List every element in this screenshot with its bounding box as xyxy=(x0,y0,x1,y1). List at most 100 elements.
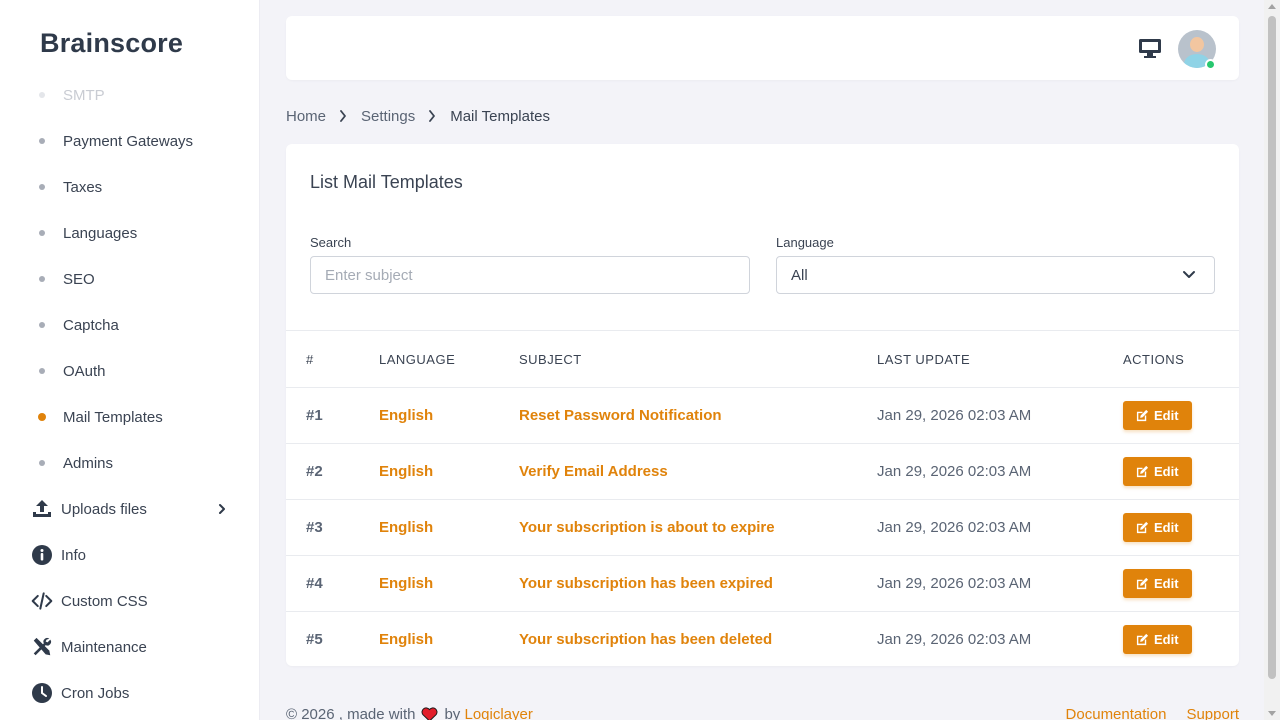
avatar-head xyxy=(1190,37,1204,52)
scrollbar-thumb[interactable] xyxy=(1268,16,1276,679)
code-icon xyxy=(31,590,53,612)
footer-support-link[interactable]: Support xyxy=(1186,706,1239,720)
sidebar-item-label: Admins xyxy=(63,454,114,472)
sidebar-item-label: Cron Jobs xyxy=(61,684,130,702)
info-icon xyxy=(31,544,53,566)
row-last-update: Jan 29, 2026 02:03 AM xyxy=(877,555,1123,612)
sidebar-item-oauth[interactable]: OAuth xyxy=(0,353,259,389)
scroll-down-arrow-icon[interactable] xyxy=(1268,711,1276,716)
chevron-right-icon xyxy=(219,504,225,514)
sidebar-item-label: SEO xyxy=(63,270,95,288)
row-subject-link[interactable]: Your subscription has been expired xyxy=(519,575,773,592)
row-language-link[interactable]: English xyxy=(379,631,433,648)
sidebar-item-label: Payment Gateways xyxy=(63,132,194,150)
table-row: #4 English Your subscription has been ex… xyxy=(286,555,1239,612)
search-input[interactable] xyxy=(310,256,750,294)
sidebar-item-label: Mail Templates xyxy=(63,408,163,426)
sidebar-item-smtp[interactable]: SMTP xyxy=(0,77,259,113)
edit-button[interactable]: Edit xyxy=(1123,513,1192,542)
clock-icon xyxy=(31,682,53,704)
bullet-icon xyxy=(39,230,45,236)
row-language-link[interactable]: English xyxy=(379,407,433,424)
edit-icon xyxy=(1136,577,1149,590)
heart-icon xyxy=(421,707,438,720)
footer-author-link[interactable]: Logiclayer xyxy=(464,706,532,720)
breadcrumb-home[interactable]: Home xyxy=(286,108,326,125)
sidebar-item-label: Maintenance xyxy=(61,638,147,656)
sidebar-item-label: Taxes xyxy=(63,178,103,196)
scroll-up-arrow-icon[interactable] xyxy=(1268,4,1276,9)
sidebar-item-label: Info xyxy=(61,546,87,564)
search-label: Search xyxy=(310,235,352,250)
column-header-last-update: LAST UPDATE xyxy=(877,330,1123,388)
sidebar-item-mail-templates[interactable]: Mail Templates xyxy=(0,399,259,435)
breadcrumb-settings[interactable]: Settings xyxy=(361,108,415,125)
column-header-number: # xyxy=(286,330,379,388)
edit-button[interactable]: Edit xyxy=(1123,457,1192,486)
table-row: #5 English Your subscription has been de… xyxy=(286,612,1239,668)
sidebar-item-taxes[interactable]: Taxes xyxy=(0,169,259,205)
edit-button[interactable]: Edit xyxy=(1123,569,1192,598)
bullet-icon xyxy=(39,368,45,374)
sidebar-item-label: Languages xyxy=(63,224,138,242)
language-label: Language xyxy=(776,235,834,250)
row-language-link[interactable]: English xyxy=(379,519,433,536)
edit-icon xyxy=(1136,521,1149,534)
language-select[interactable]: All xyxy=(776,256,1215,294)
sidebar-item-languages[interactable]: Languages xyxy=(0,215,259,251)
row-subject-link[interactable]: Verify Email Address xyxy=(519,463,668,480)
tools-icon xyxy=(31,636,53,658)
sidebar-item-label: OAuth xyxy=(63,362,106,380)
bullet-icon xyxy=(39,184,45,190)
footer-by: by xyxy=(444,706,461,720)
footer-documentation-link[interactable]: Documentation xyxy=(1066,706,1167,720)
row-language-link[interactable]: English xyxy=(379,575,433,592)
column-header-language: LANGUAGE xyxy=(379,330,519,388)
breadcrumb-current: Mail Templates xyxy=(450,107,550,125)
monitor-icon[interactable] xyxy=(1138,37,1162,59)
row-number: #4 xyxy=(286,555,379,612)
sidebar-item-seo[interactable]: SEO xyxy=(0,261,259,297)
online-status-indicator xyxy=(1205,59,1216,70)
edit-button-label: Edit xyxy=(1154,632,1179,648)
bullet-icon xyxy=(38,413,46,421)
sidebar-item-uploads-files[interactable]: Uploads files xyxy=(0,491,259,527)
row-number: #5 xyxy=(306,631,323,649)
column-header-subject: SUBJECT xyxy=(519,330,877,388)
row-last-update: Jan 29, 2026 02:03 AM xyxy=(877,387,1123,444)
page-scrollbar[interactable] xyxy=(1264,0,1280,720)
upload-icon xyxy=(31,498,53,520)
sidebar-item-label: Custom CSS xyxy=(61,592,148,610)
chevron-down-icon xyxy=(1183,271,1195,278)
edit-button-label: Edit xyxy=(1154,408,1179,423)
edit-button[interactable]: Edit xyxy=(1123,401,1192,430)
sidebar-item-admins[interactable]: Admins xyxy=(0,445,259,481)
footer-copyright: © 2026 , made with xyxy=(286,706,416,720)
edit-button[interactable]: Edit xyxy=(1123,625,1192,655)
row-language-link[interactable]: English xyxy=(379,463,433,480)
sidebar-item-label: Captcha xyxy=(63,316,119,334)
table-header-row: # LANGUAGE SUBJECT LAST UPDATE ACTIONS xyxy=(286,330,1239,388)
mail-templates-card: List Mail Templates Search Language All … xyxy=(286,144,1239,666)
edit-button-label: Edit xyxy=(1154,464,1179,479)
sidebar-item-custom-css[interactable]: Custom CSS xyxy=(0,583,259,619)
bullet-icon xyxy=(39,92,45,98)
row-subject-link[interactable]: Reset Password Notification xyxy=(519,407,722,424)
edit-icon xyxy=(1136,465,1149,478)
chevron-right-icon xyxy=(340,110,346,122)
sidebar-item-label: SMTP xyxy=(63,86,105,104)
sidebar-item-captcha[interactable]: Captcha xyxy=(0,307,259,343)
bullet-icon xyxy=(39,276,45,282)
sidebar-item-label: Uploads files xyxy=(61,500,147,518)
brand-logo[interactable]: Brainscore xyxy=(40,28,183,59)
row-subject-link[interactable]: Your subscription has been deleted xyxy=(519,631,772,648)
sidebar-item-cron-jobs[interactable]: Cron Jobs xyxy=(0,675,259,711)
column-header-actions: ACTIONS xyxy=(1123,330,1239,388)
sidebar-item-maintenance[interactable]: Maintenance xyxy=(0,629,259,665)
sidebar-item-info[interactable]: Info xyxy=(0,537,259,573)
mail-templates-table: # LANGUAGE SUBJECT LAST UPDATE ACTIONS #… xyxy=(286,330,1239,668)
row-subject-link[interactable]: Your subscription is about to expire xyxy=(519,519,775,536)
row-last-update: Jan 29, 2026 02:03 AM xyxy=(877,631,1032,649)
sidebar-item-payment-gateways[interactable]: Payment Gateways xyxy=(0,123,259,159)
breadcrumb: Home Settings Mail Templates xyxy=(286,106,550,126)
